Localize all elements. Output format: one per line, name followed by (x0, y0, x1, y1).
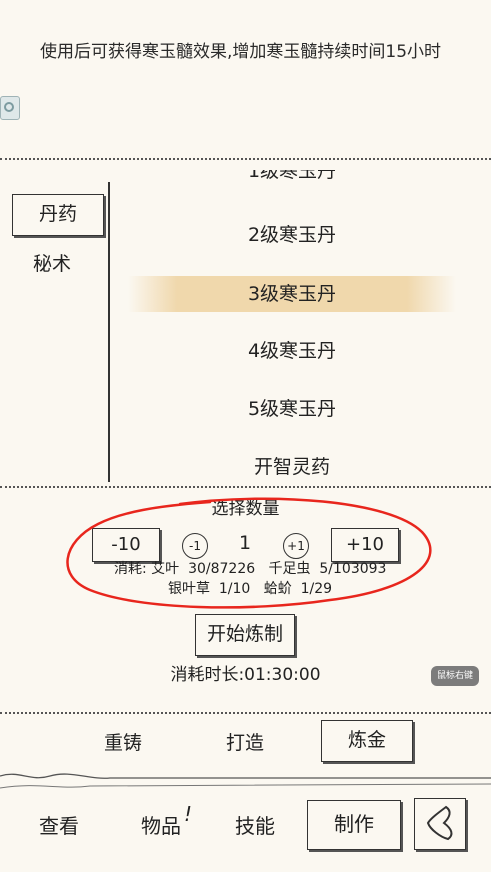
recipe-item-1-label: 1级寒玉丹 (247, 170, 337, 182)
divider-middle (0, 486, 491, 488)
back-chevron-icon (426, 805, 453, 841)
recipe-item-6[interactable]: 开智灵药 (112, 452, 472, 482)
category-pills-label: 丹药 (38, 203, 77, 225)
nav-items[interactable]: 物品! (124, 802, 198, 844)
recipe-item-5-label: 5级寒玉丹 (247, 398, 337, 420)
recipe-item-4[interactable]: 4级寒玉丹 (112, 336, 472, 366)
divider-top (0, 158, 491, 160)
mouse-right-click-badge[interactable]: 鼠标右键 (431, 666, 479, 686)
tab-alchemy[interactable]: 炼金 (321, 720, 413, 762)
recipe-item-3-selected[interactable]: 3级寒玉丹 (128, 276, 456, 312)
wave-divider (0, 773, 491, 789)
nav-crafting[interactable]: 制作 (307, 800, 401, 850)
category-divider (108, 182, 110, 482)
side-float-icon[interactable] (0, 96, 20, 120)
recipe-item-1[interactable]: 1级寒玉丹 (112, 170, 472, 186)
category-pills[interactable]: 丹药 (12, 194, 104, 236)
tab-recast[interactable]: 重铸 (88, 726, 158, 760)
nav-crafting-label: 制作 (334, 812, 374, 836)
tab-alchemy-label: 炼金 (347, 729, 386, 751)
annotation-circle (66, 497, 432, 609)
tab-recast-label: 重铸 (103, 732, 142, 754)
start-crafting-button[interactable]: 开始炼制 (195, 614, 295, 656)
recipe-item-3-label: 3级寒玉丹 (247, 283, 337, 305)
category-secret-arts[interactable]: 秘术 (12, 248, 92, 280)
nav-skills-label: 技能 (235, 814, 275, 838)
recipe-item-2[interactable]: 2级寒玉丹 (112, 220, 472, 250)
nav-view-label: 查看 (39, 814, 79, 838)
nav-back-button[interactable] (414, 798, 466, 850)
recipe-item-4-label: 4级寒玉丹 (247, 340, 337, 362)
tab-forge-label: 打造 (225, 732, 264, 754)
recipe-list[interactable]: 1级寒玉丹 2级寒玉丹 3级寒玉丹 4级寒玉丹 5级寒玉丹 开智灵药 (112, 170, 491, 488)
recipe-item-2-label: 2级寒玉丹 (247, 224, 337, 246)
nav-items-label: 物品 (141, 814, 181, 838)
crafting-duration: 消耗时长:01:30:00 (170, 665, 321, 685)
nav-view[interactable]: 查看 (22, 808, 96, 844)
tab-forge[interactable]: 打造 (210, 726, 280, 760)
category-secret-arts-label: 秘术 (32, 253, 71, 275)
nav-items-alert-mark: ! (184, 802, 193, 826)
recipe-item-6-label: 开智灵药 (253, 456, 330, 478)
divider-bottom (0, 712, 491, 714)
start-crafting-label: 开始炼制 (206, 623, 283, 645)
nav-skills[interactable]: 技能 (218, 808, 292, 844)
item-description: 使用后可获得寒玉髓效果,增加寒玉髓持续时间15小时 (40, 42, 442, 62)
recipe-item-5[interactable]: 5级寒玉丹 (112, 394, 472, 424)
